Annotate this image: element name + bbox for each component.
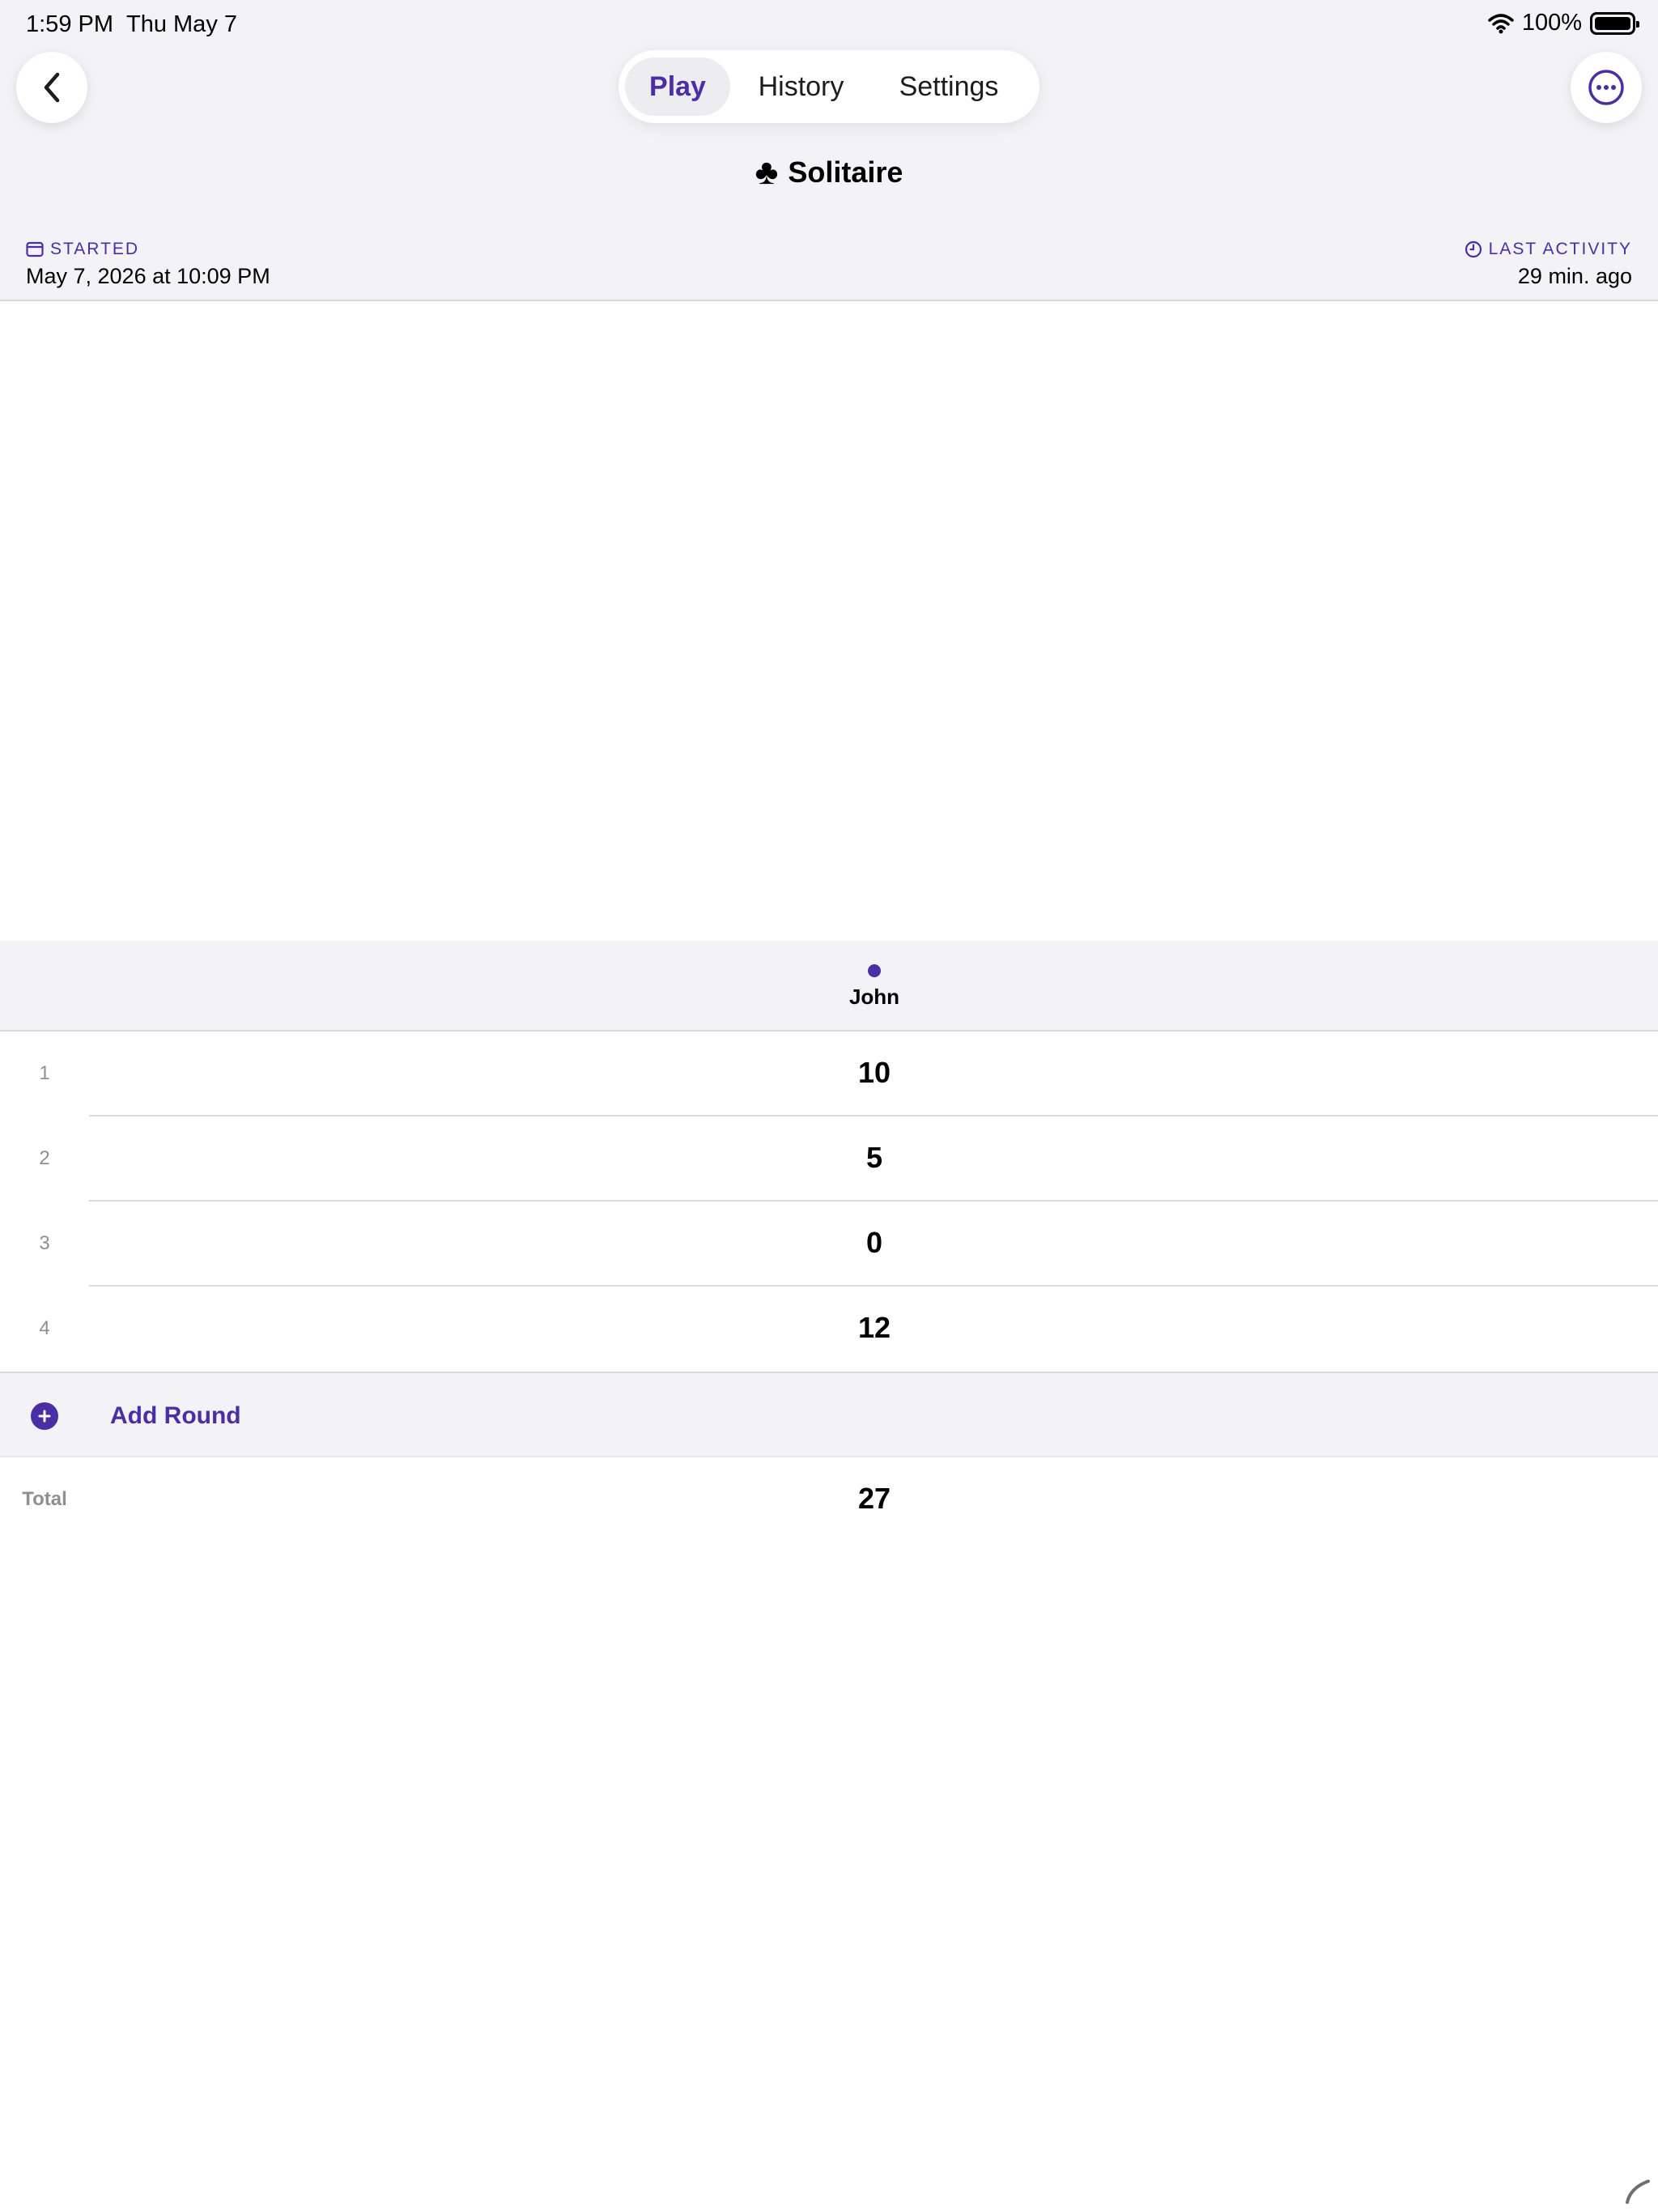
view-tabs: Play History Settings [619,50,1039,123]
tab-settings[interactable]: Settings [872,57,1026,116]
round-row[interactable]: 4 12 [0,1287,1658,1372]
status-date: Thu May 7 [126,11,237,37]
battery-percent: 100% [1521,10,1582,36]
more-options-button[interactable] [1571,52,1642,123]
resize-handle-icon[interactable] [1622,2176,1652,2206]
round-score[interactable]: 12 [0,1311,1658,1345]
tab-play[interactable]: Play [625,57,730,116]
add-round-label: Add Round [110,1402,241,1429]
round-score[interactable]: 10 [0,1056,1658,1090]
started-value: May 7, 2026 at 10:09 PM [26,264,270,288]
plus-circle-icon [31,1402,58,1430]
round-row[interactable]: 2 5 [0,1117,1658,1202]
round-row[interactable]: 3 0 [0,1202,1658,1287]
player-color-dot [868,964,881,977]
clock-icon [1465,240,1482,258]
started-label: STARTED [26,240,139,259]
back-button[interactable] [16,52,87,123]
last-activity-value: 29 min. ago [1517,264,1632,288]
chevron-left-icon [44,72,60,103]
add-round-button[interactable]: Add Round [0,1372,1658,1457]
game-title-text: Solitaire [788,155,903,189]
ellipsis-circle-icon [1588,70,1624,105]
club-icon: ♣ [755,152,779,192]
status-time: 1:59 PM [26,11,113,37]
battery-icon [1590,11,1639,35]
last-activity-label: LAST ACTIVITY [1465,240,1632,259]
status-indicators: 100% [1488,10,1639,36]
calendar-icon [26,241,44,257]
tab-history[interactable]: History [730,57,872,116]
last-activity-label-text: LAST ACTIVITY [1488,240,1632,258]
header-area [0,0,1658,301]
game-title: ♣ Solitaire [0,152,1658,193]
player-name[interactable]: John [0,985,1658,1010]
round-row[interactable]: 1 10 [0,1032,1658,1117]
round-score[interactable]: 0 [0,1226,1658,1260]
round-score[interactable]: 5 [0,1141,1658,1175]
wifi-icon [1488,13,1514,33]
total-value: 27 [857,1482,891,1515]
started-label-text: STARTED [50,240,140,258]
